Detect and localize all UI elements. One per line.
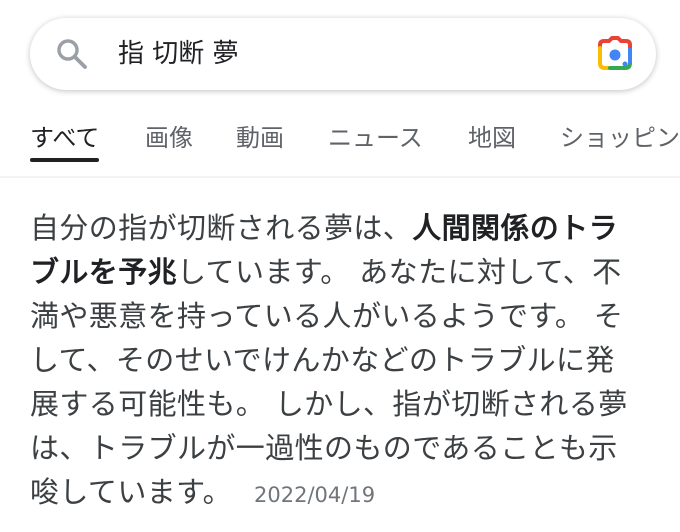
tab-images[interactable]: 画像 [145,118,193,162]
search-header: 指 切断 夢 すべて 画像 動画 ニュース 地図 ショッピング [0,0,680,178]
tab-maps[interactable]: 地図 [468,118,516,162]
snippet-text-rest: しています。 あなたに対して、不満や悪意を持っている人がいるようです。 そして、… [30,255,628,509]
search-tabs: すべて 画像 動画 ニュース 地図 ショッピング [0,118,680,166]
header-divider [0,176,680,178]
snippet-date: 2022/04/19 [254,483,376,507]
tab-all[interactable]: すべて [30,118,100,162]
tab-shopping[interactable]: ショッピング [560,118,680,162]
search-bar[interactable]: 指 切断 夢 [30,18,656,90]
featured-snippet: 自分の指が切断される夢は、人間関係のトラブルを予兆しています。 あなたに対して、… [30,206,644,517]
google-lens-camera-icon[interactable] [596,36,634,72]
snippet-text-start: 自分の指が切断される夢は、 [30,211,413,245]
tab-news[interactable]: ニュース [328,118,423,162]
search-input[interactable]: 指 切断 夢 [118,36,239,72]
tab-videos[interactable]: 動画 [236,118,284,162]
search-icon[interactable] [54,36,90,72]
